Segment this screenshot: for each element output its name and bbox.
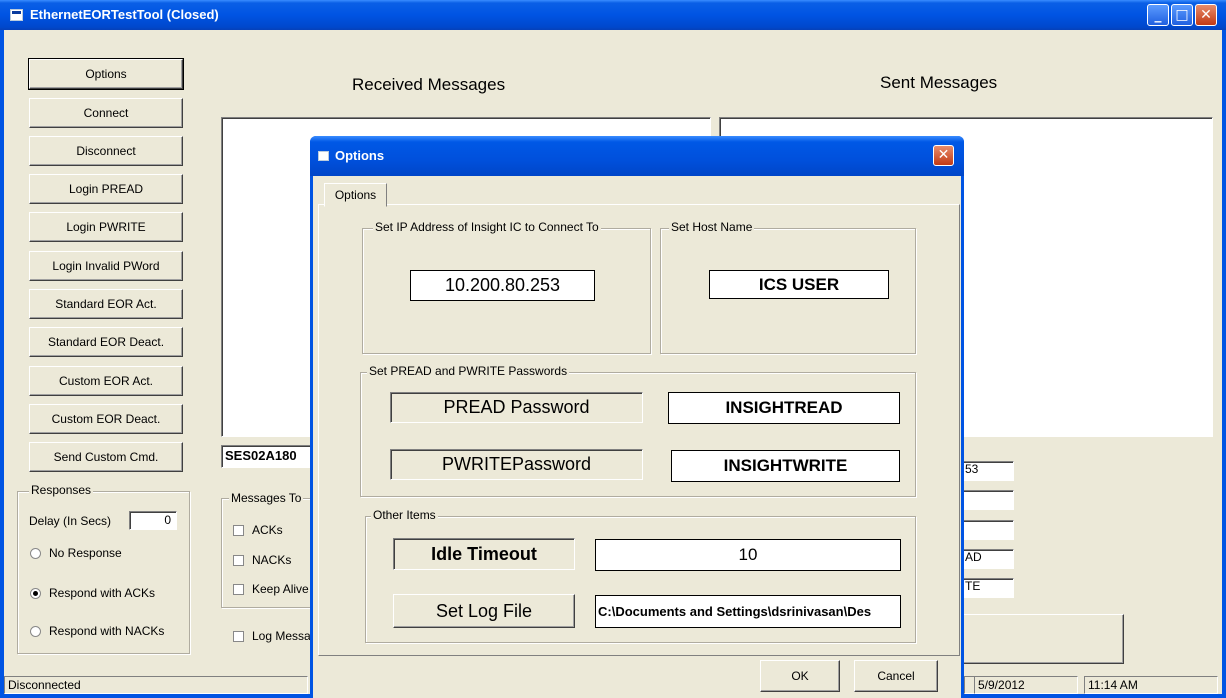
login-pwrite-button[interactable]: Login PWRITE [29, 212, 183, 242]
delay-input[interactable]: 0 [129, 511, 177, 530]
options-dialog: Options ✕ Options Set IP Address of Insi… [310, 136, 964, 698]
options-button[interactable]: Options [28, 58, 184, 90]
ok-button[interactable]: OK [760, 660, 840, 692]
standard-eor-act-button[interactable]: Standard EOR Act. [29, 289, 183, 319]
close-button[interactable]: ✕ [1195, 4, 1217, 26]
idle-timeout-label: Idle Timeout [393, 538, 575, 570]
no-response-label[interactable]: No Response [49, 546, 122, 560]
acks-checkbox[interactable] [233, 525, 244, 536]
log-messages-checkbox[interactable] [233, 631, 244, 642]
custom-command-input[interactable]: SES02A180 [221, 445, 316, 468]
keep-alive-checkbox[interactable] [233, 584, 244, 595]
respond-acks-radio[interactable] [30, 588, 41, 599]
tab-options[interactable]: Options [324, 183, 387, 207]
no-response-radio[interactable] [30, 548, 41, 559]
status-time: 11:14 AM [1084, 676, 1218, 694]
ip-address-input[interactable]: 10.200.80.253 [410, 270, 595, 301]
pwrite-password-label: PWRITEPassword [390, 449, 643, 480]
right-partial-button[interactable] [962, 614, 1124, 664]
host-name-input[interactable]: ICS USER [709, 270, 889, 299]
delay-label: Delay (In Secs) [29, 514, 112, 528]
acks-label[interactable]: ACKs [252, 523, 283, 537]
dialog-app-icon [318, 151, 329, 161]
window-frame-right [1222, 30, 1226, 698]
custom-eor-act-button[interactable]: Custom EOR Act. [29, 366, 183, 396]
log-file-path-input[interactable]: C:\Documents and Settings\dsrinivasan\De… [595, 595, 901, 628]
login-pread-button[interactable]: Login PREAD [29, 174, 183, 204]
maximize-button[interactable]: □ [1171, 4, 1193, 26]
passwords-group-label: Set PREAD and PWRITE Passwords [367, 364, 570, 378]
custom-eor-deact-button[interactable]: Custom EOR Deact. [29, 404, 183, 434]
right-field-2[interactable] [962, 490, 1014, 510]
options-dialog-title: Options [335, 148, 385, 163]
title-bar: EthernetEORTestTool (Closed) _ □ ✕ [0, 0, 1226, 30]
sent-messages-heading: Sent Messages [880, 73, 998, 92]
app-icon [10, 9, 23, 21]
responses-group-label: Responses [29, 483, 94, 497]
respond-nacks-radio[interactable] [30, 626, 41, 637]
pwrite-password-input[interactable]: INSIGHTWRITE [671, 450, 900, 482]
other-items-group-label: Other Items [371, 508, 438, 522]
keep-alive-label[interactable]: Keep Alive [252, 582, 309, 596]
status-connection: Disconnected [4, 676, 308, 694]
right-field-4-value: AD [965, 550, 982, 564]
options-dialog-title-bar: Options ✕ [310, 136, 964, 176]
connect-button[interactable]: Connect [29, 98, 183, 128]
pread-password-label: PREAD Password [390, 392, 643, 423]
pread-password-input[interactable]: INSIGHTREAD [668, 392, 900, 424]
login-invalid-pword-button[interactable]: Login Invalid PWord [29, 251, 183, 281]
right-field-4[interactable]: AD [962, 549, 1014, 569]
nacks-checkbox[interactable] [233, 555, 244, 566]
respond-nacks-label[interactable]: Respond with NACKs [49, 624, 164, 638]
window-title: EthernetEORTestTool (Closed) [30, 7, 219, 22]
dialog-close-button[interactable]: ✕ [933, 145, 954, 166]
send-custom-cmd-button[interactable]: Send Custom Cmd. [29, 442, 183, 472]
right-field-1-value: 53 [965, 462, 979, 476]
right-field-3[interactable] [962, 520, 1014, 540]
ip-address-group-label: Set IP Address of Insight IC to Connect … [373, 220, 601, 234]
cancel-button[interactable]: Cancel [854, 660, 938, 692]
right-field-1[interactable]: 53 [962, 461, 1014, 481]
minimize-button[interactable]: _ [1147, 4, 1169, 26]
standard-eor-deact-button[interactable]: Standard EOR Deact. [29, 327, 183, 357]
right-field-5-value: TE [965, 579, 981, 593]
messages-to-label: Messages To [229, 491, 304, 505]
respond-acks-label[interactable]: Respond with ACKs [49, 586, 155, 600]
right-field-5[interactable]: TE [962, 578, 1014, 598]
disconnect-button[interactable]: Disconnect [29, 136, 183, 166]
set-log-file-button[interactable]: Set Log File [393, 594, 575, 628]
status-date: 5/9/2012 [974, 676, 1078, 694]
options-dialog-body: Options Set IP Address of Insight IC to … [313, 176, 961, 698]
nacks-label[interactable]: NACKs [252, 553, 291, 567]
idle-timeout-input[interactable]: 10 [595, 539, 901, 571]
host-name-group-label: Set Host Name [669, 220, 755, 234]
log-messages-label[interactable]: Log Messa [252, 629, 311, 643]
received-messages-heading: Received Messages [352, 75, 506, 94]
